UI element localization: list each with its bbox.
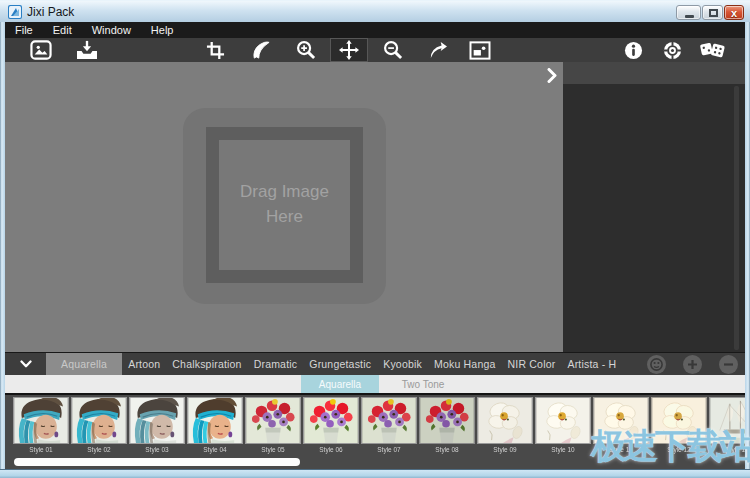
pack-tab-artoon[interactable]: Artoon bbox=[122, 353, 166, 375]
dropzone-inner: Drag Image Here bbox=[219, 140, 350, 270]
collapse-strip-button[interactable] bbox=[5, 353, 46, 375]
thumbnail-art bbox=[361, 397, 417, 444]
right-panel bbox=[563, 62, 745, 352]
image-dropzone[interactable]: Drag Image Here bbox=[183, 108, 386, 304]
thumbnail-art bbox=[419, 397, 475, 444]
randomize-button[interactable] bbox=[699, 38, 725, 62]
chevron-right-icon bbox=[547, 68, 557, 83]
dice-icon bbox=[650, 358, 663, 371]
thumbnail-art bbox=[303, 397, 359, 444]
thumbnail-label: Style 09 bbox=[485, 446, 525, 453]
menu-file[interactable]: File bbox=[5, 22, 43, 38]
thumbnail-art bbox=[71, 397, 127, 444]
right-panel-header bbox=[563, 62, 745, 84]
zoom-out-button[interactable] bbox=[380, 38, 406, 62]
pack-tab-artista-h[interactable]: Artista - H bbox=[561, 353, 622, 375]
watermark-text: 极速下载站 bbox=[591, 423, 750, 470]
style-thumbnail[interactable]: Style 01 bbox=[13, 397, 69, 456]
style-thumbnail[interactable]: Style 05 bbox=[245, 397, 301, 456]
thumbnail-label: Style 02 bbox=[79, 446, 119, 453]
open-image-button[interactable] bbox=[28, 38, 54, 62]
pack-tab-nir-color[interactable]: NIR Color bbox=[502, 353, 562, 375]
app-window: Jixi Pack x File Edit Window Help bbox=[0, 0, 750, 478]
canvas-area: Drag Image Here bbox=[5, 62, 563, 352]
thumbnail-scrollbar[interactable] bbox=[14, 458, 300, 466]
window-title: Jixi Pack bbox=[27, 5, 74, 19]
app-icon bbox=[8, 5, 22, 19]
subtab-two-tone[interactable]: Two Tone bbox=[383, 375, 463, 393]
menu-bar: File Edit Window Help bbox=[5, 22, 745, 38]
plus-icon bbox=[687, 359, 698, 370]
style-thumbnail[interactable]: Style 10 bbox=[535, 397, 591, 456]
menu-window[interactable]: Window bbox=[82, 22, 141, 38]
pack-tab-kyoobik[interactable]: Kyoobik bbox=[377, 353, 428, 375]
thumbnail-art bbox=[245, 397, 301, 444]
remove-button[interactable] bbox=[719, 355, 738, 374]
subtab-aquarella[interactable]: Aquarella bbox=[301, 375, 379, 393]
pack-tab-dramatic[interactable]: Dramatic bbox=[248, 353, 304, 375]
move-tool-button[interactable] bbox=[330, 38, 368, 62]
minimize-button[interactable] bbox=[676, 5, 701, 20]
thumbnail-art bbox=[477, 397, 533, 444]
thumbnail-art bbox=[129, 397, 185, 444]
thumbnail-label: Style 03 bbox=[137, 446, 177, 453]
right-panel-scrollbar[interactable] bbox=[734, 86, 739, 350]
thumbnail-art bbox=[535, 397, 591, 444]
pack-tab-bar: Aquarella Artoon Chalkspiration Dramatic… bbox=[5, 352, 745, 375]
style-thumbnail[interactable]: Style 04 bbox=[187, 397, 243, 456]
menu-edit[interactable]: Edit bbox=[43, 22, 82, 38]
style-thumbnail[interactable]: Style 03 bbox=[129, 397, 185, 456]
preferences-button[interactable] bbox=[659, 38, 685, 62]
redo-button[interactable] bbox=[425, 38, 451, 62]
menu-help[interactable]: Help bbox=[141, 22, 184, 38]
style-thumbnail[interactable]: Style 09 bbox=[477, 397, 533, 456]
thumbnail-label: Style 04 bbox=[195, 446, 235, 453]
panel-expand-chevron[interactable] bbox=[541, 65, 563, 85]
style-subtab-bar: Aquarella Two Tone bbox=[5, 375, 745, 393]
maximize-icon bbox=[709, 9, 718, 17]
style-thumbnail[interactable]: Style 06 bbox=[303, 397, 359, 456]
pack-tab-aquarella[interactable]: Aquarella bbox=[46, 353, 122, 375]
minimize-icon bbox=[685, 15, 694, 18]
window-border-right bbox=[745, 22, 750, 478]
shuffle-style-button[interactable] bbox=[647, 355, 666, 374]
window-border-bottom bbox=[0, 469, 750, 478]
thumbnail-label: Style 01 bbox=[21, 446, 61, 453]
import-image-button[interactable] bbox=[74, 38, 100, 62]
pack-tab-chalkspiration[interactable]: Chalkspiration bbox=[166, 353, 247, 375]
close-button[interactable]: x bbox=[724, 5, 744, 20]
thumbnail-label: Style 08 bbox=[427, 446, 467, 453]
zoom-in-button[interactable] bbox=[293, 38, 319, 62]
style-thumbnail[interactable]: Style 02 bbox=[71, 397, 127, 456]
pack-tab-moku-hanga[interactable]: Moku Hanga bbox=[428, 353, 502, 375]
dropzone-frame: Drag Image Here bbox=[206, 127, 363, 283]
style-thumbnail[interactable]: Style 08 bbox=[419, 397, 475, 456]
add-button[interactable] bbox=[683, 355, 702, 374]
close-icon: x bbox=[725, 6, 743, 19]
thumbnail-label: Style 10 bbox=[543, 446, 583, 453]
thumbnail-art bbox=[187, 397, 243, 444]
minus-icon bbox=[723, 359, 734, 370]
toolbar bbox=[5, 38, 745, 62]
chevron-down-icon bbox=[20, 360, 32, 368]
thumbnail-label: Style 05 bbox=[253, 446, 293, 453]
image-frame-button[interactable] bbox=[467, 38, 493, 62]
thumbnail-label: Style 06 bbox=[311, 446, 351, 453]
info-button[interactable] bbox=[620, 38, 646, 62]
style-thumbnail[interactable]: Style 07 bbox=[361, 397, 417, 456]
rotate-tool-button[interactable] bbox=[248, 38, 274, 62]
crop-tool-button[interactable] bbox=[202, 38, 228, 62]
title-bar: Jixi Pack x bbox=[0, 0, 750, 22]
thumbnail-art bbox=[13, 397, 69, 444]
pack-tab-grungetastic[interactable]: Grungetastic bbox=[303, 353, 377, 375]
maximize-button[interactable] bbox=[702, 5, 723, 20]
thumbnail-label: Style 07 bbox=[369, 446, 409, 453]
dropzone-text: Drag Image Here bbox=[220, 180, 350, 229]
